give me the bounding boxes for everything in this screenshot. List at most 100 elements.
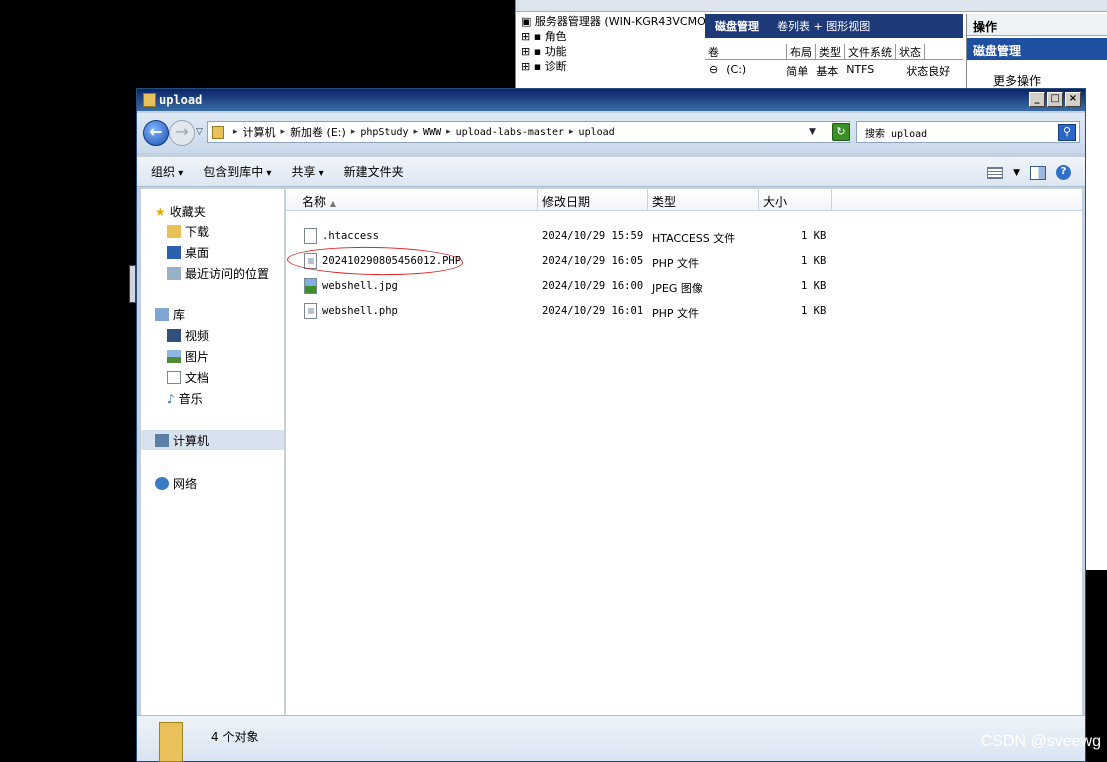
back-button[interactable]: ← xyxy=(143,120,169,146)
navigation-pane: ★ 收藏夹 下载 桌面 最近访问的位置 库 视频 图片 文档 ♪ 音乐 计算机 网络 xyxy=(141,189,285,715)
file-icon xyxy=(304,228,317,244)
watermark: CSDN @sveewg xyxy=(980,733,1101,750)
chevron-right-icon[interactable]: ▸ xyxy=(414,127,419,137)
actions-header: 操作 xyxy=(967,14,1107,36)
view-options-icon[interactable] xyxy=(987,166,1004,179)
file-row[interactable]: webshell.php 2024/10/29 16:01 PHP 文件 1 K… xyxy=(286,300,1082,324)
window-title: upload xyxy=(159,93,203,107)
diagnostics-icon: ▪ xyxy=(533,60,542,73)
nav-downloads[interactable]: 下载 xyxy=(167,223,209,240)
include-library-menu[interactable]: 包含到库中 xyxy=(203,163,271,180)
background-window-edge xyxy=(129,265,136,303)
column-headers: 名称 ▲ 修改日期 类型 大小 xyxy=(286,189,1082,211)
more-actions-link[interactable]: 更多操作 xyxy=(993,72,1041,89)
breadcrumb-computer[interactable]: 计算机 xyxy=(243,124,276,140)
view-controls: ▼ ? xyxy=(987,165,1071,180)
breadcrumb-upload[interactable]: upload xyxy=(579,127,615,138)
tree-item-roles[interactable]: ⊞ ▪ 角色 xyxy=(521,29,701,44)
column-type[interactable]: 类型 xyxy=(652,193,676,210)
column-name[interactable]: 名称 ▲ xyxy=(302,193,336,210)
nav-favorites[interactable]: ★ 收藏夹 xyxy=(155,203,206,220)
music-icon: ♪ xyxy=(167,391,175,406)
star-icon: ★ xyxy=(155,204,166,219)
pictures-icon xyxy=(167,350,181,363)
server-manager-toolbar xyxy=(516,0,1107,12)
image-file-icon xyxy=(304,278,317,294)
file-row[interactable]: webshell.jpg 2024/10/29 16:00 JPEG 图像 1 … xyxy=(286,275,1082,299)
computer-icon xyxy=(155,433,169,447)
folder-icon xyxy=(212,125,224,139)
folder-icon xyxy=(159,722,183,762)
maximize-button[interactable]: □ xyxy=(1047,92,1063,107)
nav-pictures[interactable]: 图片 xyxy=(167,348,209,365)
help-icon[interactable]: ? xyxy=(1056,165,1071,180)
preview-pane-icon[interactable] xyxy=(1030,165,1046,180)
network-icon xyxy=(155,477,169,490)
volume-row[interactable]: ⊖ (C:) 简单 基本 NTFS 状态良好 xyxy=(705,63,963,79)
item-count: 4 个对象 xyxy=(211,730,259,744)
minimize-button[interactable]: _ xyxy=(1029,92,1045,107)
breadcrumb-drive[interactable]: 新加卷 (E:) xyxy=(290,124,346,140)
forward-arrow-icon: → xyxy=(175,122,189,141)
features-icon: ▪ xyxy=(533,45,542,58)
chevron-right-icon[interactable]: ▸ xyxy=(569,127,574,137)
new-folder-button[interactable]: 新建文件夹 xyxy=(344,163,404,180)
breadcrumb-phpstudy[interactable]: phpStudy xyxy=(360,127,408,138)
roles-icon: ▪ xyxy=(533,30,542,43)
nav-desktop[interactable]: 桌面 xyxy=(167,244,209,261)
search-button[interactable]: ⚲ xyxy=(1058,124,1076,141)
title-bar[interactable]: upload _ □ × xyxy=(137,89,1085,111)
php-file-icon xyxy=(304,303,317,319)
address-dropdown-icon[interactable]: ▼ xyxy=(809,127,816,137)
forward-button[interactable]: → xyxy=(169,120,195,146)
share-menu[interactable]: 共享 xyxy=(291,163,323,180)
search-icon: ⚲ xyxy=(1062,125,1072,138)
file-row[interactable]: .htaccess 2024/10/29 15:59 HTACCESS 文件 1… xyxy=(286,225,1082,249)
library-icon xyxy=(155,308,169,321)
server-icon: ▣ xyxy=(521,15,532,28)
tree-item-diagnostics[interactable]: ⊞ ▪ 诊断 xyxy=(521,59,701,74)
volume-column-headers: 卷 布局 类型 文件系统 状态 xyxy=(705,44,963,60)
nav-libraries[interactable]: 库 xyxy=(155,306,185,323)
view-dropdown-icon[interactable]: ▼ xyxy=(1013,168,1020,178)
sort-ascending-icon: ▲ xyxy=(329,199,336,208)
nav-network[interactable]: 网络 xyxy=(155,475,197,492)
organize-menu[interactable]: 组织 xyxy=(151,163,183,180)
recent-places-icon xyxy=(167,267,181,280)
close-button[interactable]: × xyxy=(1065,92,1081,107)
search-input[interactable]: 搜索 upload xyxy=(856,121,1080,143)
refresh-button[interactable]: ↻ xyxy=(832,123,850,141)
disk-management-header: 磁盘管理 卷列表 + 图形视图 xyxy=(705,14,963,38)
folder-icon xyxy=(143,93,156,107)
nav-videos[interactable]: 视频 xyxy=(167,327,209,344)
chevron-right-icon[interactable]: ▸ xyxy=(446,127,451,137)
chevron-right-icon[interactable]: ▸ xyxy=(233,127,238,137)
chevron-right-icon[interactable]: ▸ xyxy=(351,127,356,137)
navigation-bar: ← → ▽ ▸ 计算机 ▸ 新加卷 (E:) ▸ phpStudy ▸ WWW … xyxy=(137,113,1085,153)
downloads-icon xyxy=(167,225,181,238)
actions-selected-item[interactable]: 磁盘管理 xyxy=(967,38,1107,60)
nav-documents[interactable]: 文档 xyxy=(167,369,209,386)
breadcrumb-www[interactable]: WWW xyxy=(423,127,441,138)
history-dropdown-icon[interactable]: ▽ xyxy=(196,127,203,137)
server-manager-tree: ▣ 服务器管理器 (WIN-KGR43VCMOP ⊞ ▪ 角色 ⊞ ▪ 功能 ⊞… xyxy=(521,14,712,74)
nav-music[interactable]: ♪ 音乐 xyxy=(167,390,203,407)
desktop-icon xyxy=(167,246,181,259)
column-date[interactable]: 修改日期 xyxy=(542,193,590,210)
nav-computer[interactable]: 计算机 xyxy=(141,430,284,450)
documents-icon xyxy=(167,371,181,384)
breadcrumb-upload-labs[interactable]: upload-labs-master xyxy=(456,127,564,138)
tree-item-features[interactable]: ⊞ ▪ 功能 xyxy=(521,44,701,59)
refresh-icon: ↻ xyxy=(836,125,846,138)
explorer-window: upload _ □ × ← → ▽ ▸ 计算机 ▸ 新加卷 (E:) ▸ ph… xyxy=(136,88,1086,762)
address-bar[interactable]: ▸ 计算机 ▸ 新加卷 (E:) ▸ phpStudy ▸ WWW ▸ uplo… xyxy=(207,121,850,143)
tree-item-server[interactable]: ▣ 服务器管理器 (WIN-KGR43VCMOP xyxy=(521,14,712,29)
column-size[interactable]: 大小 xyxy=(763,193,787,210)
window-controls: _ □ × xyxy=(1029,92,1081,107)
back-arrow-icon: ← xyxy=(149,122,163,141)
chevron-right-icon[interactable]: ▸ xyxy=(281,127,286,137)
command-bar: 组织 包含到库中 共享 新建文件夹 xyxy=(137,157,1085,187)
disk-icon: ⊖ xyxy=(709,63,719,76)
nav-recent[interactable]: 最近访问的位置 xyxy=(167,265,269,282)
status-bar: 4 个对象 xyxy=(137,715,1085,762)
